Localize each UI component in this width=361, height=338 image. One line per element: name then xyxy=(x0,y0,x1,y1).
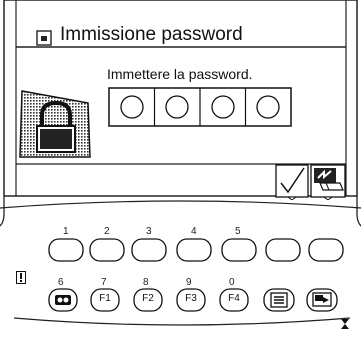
key-f2[interactable]: F2 xyxy=(133,288,163,312)
key-4[interactable] xyxy=(176,238,212,262)
key-f4-label: F4 xyxy=(228,293,240,304)
warning-icon xyxy=(16,271,26,284)
key-f4[interactable]: F4 xyxy=(219,288,249,312)
key-mode[interactable] xyxy=(306,288,338,312)
key-blank-2[interactable] xyxy=(308,238,344,262)
device-body xyxy=(0,196,361,338)
key-f1-label: F1 xyxy=(99,293,111,304)
confirm-softkey[interactable] xyxy=(275,164,309,200)
password-field[interactable] xyxy=(108,87,292,127)
key-3[interactable] xyxy=(131,238,167,262)
key-6[interactable] xyxy=(48,288,78,312)
key-f1[interactable]: F1 xyxy=(90,288,120,312)
key-f2-label: F2 xyxy=(142,293,154,304)
cancel-softkey[interactable] xyxy=(310,164,346,200)
key-5[interactable] xyxy=(221,238,257,262)
screen-switch-icon xyxy=(312,292,332,307)
dialog-title: Immissione password xyxy=(60,24,243,45)
cassette-icon xyxy=(55,295,71,305)
hourglass-icon xyxy=(341,319,349,329)
key-1[interactable] xyxy=(48,238,84,262)
list-icon xyxy=(270,292,288,308)
padlock-icon xyxy=(18,85,98,160)
key-list[interactable] xyxy=(263,288,295,312)
key-blank-1[interactable] xyxy=(265,238,301,262)
key-f3[interactable]: F3 xyxy=(176,288,206,312)
password-prompt: Immettere la password. xyxy=(107,66,253,82)
key-f3-label: F3 xyxy=(185,293,197,304)
menu-icon xyxy=(36,30,52,46)
key-2[interactable] xyxy=(89,238,125,262)
